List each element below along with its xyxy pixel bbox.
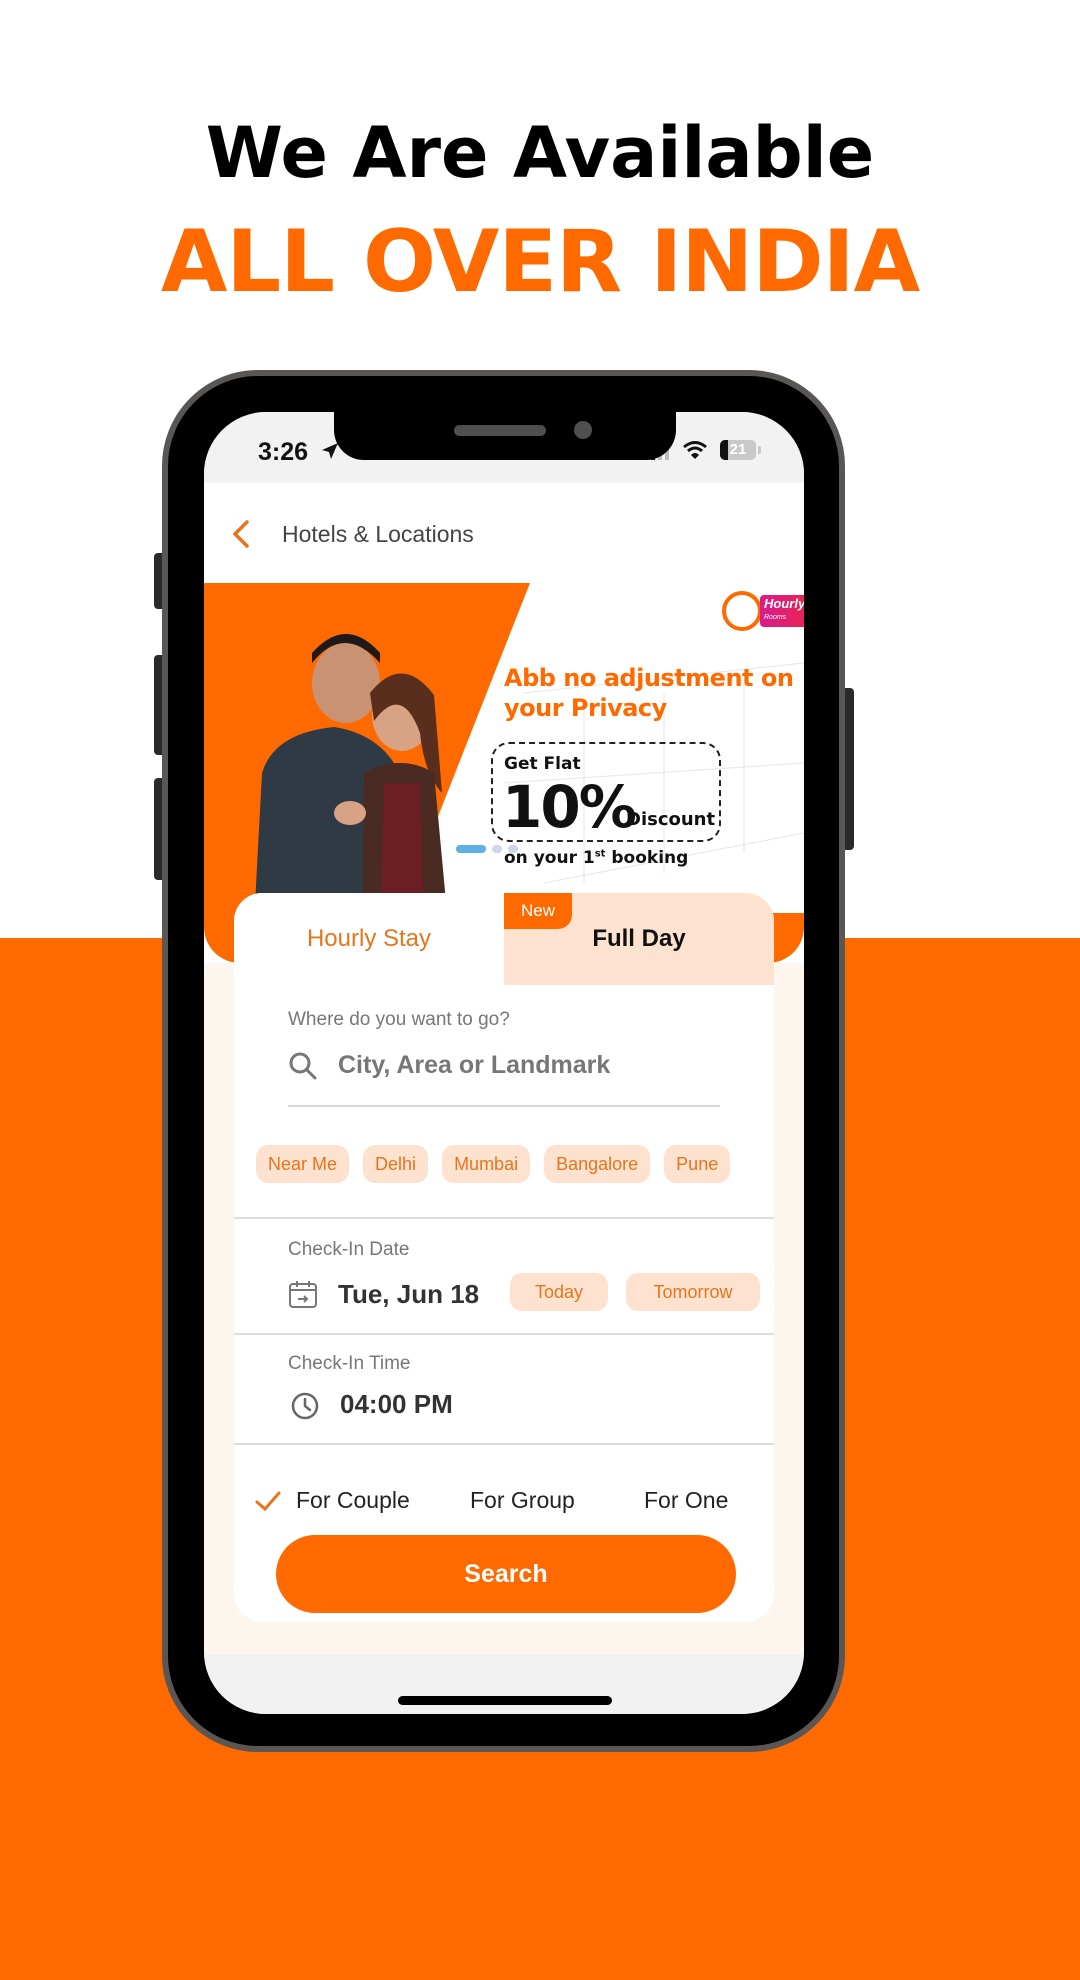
coupon-subtext: on your 1st booking: [504, 848, 688, 868]
carousel-dot[interactable]: [508, 845, 518, 853]
coupon-sub-sup: st: [594, 848, 606, 860]
new-badge: New: [504, 893, 572, 929]
search-button[interactable]: Search: [276, 1535, 736, 1613]
hourly-badge-title: Hourly: [764, 596, 804, 611]
city-chips: Near Me Delhi Mumbai Bangalore Pune: [256, 1145, 731, 1183]
coupon-value: 10%: [502, 773, 637, 841]
tomorrow-chip[interactable]: Tomorrow: [626, 1273, 760, 1311]
checkin-date-value[interactable]: Tue, Jun 18: [338, 1279, 479, 1310]
hourly-badge-subtitle: Rooms: [764, 614, 787, 621]
checkin-time-value[interactable]: 04:00 PM: [340, 1389, 453, 1420]
today-chip[interactable]: Today: [510, 1273, 608, 1311]
home-indicator[interactable]: [398, 1696, 612, 1705]
bottom-safe-area: [204, 1654, 804, 1714]
city-chip-near-me[interactable]: Near Me: [256, 1145, 350, 1183]
carousel-dot[interactable]: [456, 845, 486, 853]
coupon-prefix: Get Flat: [504, 754, 581, 774]
city-chip-delhi[interactable]: Delhi: [363, 1145, 429, 1183]
promo-subheadline: ALL OVER INDIA: [160, 212, 920, 312]
city-chip-bangalore[interactable]: Bangalore: [544, 1145, 651, 1183]
battery-icon: 21: [720, 440, 756, 460]
checkin-date-label: Check-In Date: [288, 1239, 410, 1260]
option-for-one[interactable]: For One: [644, 1487, 728, 1514]
phone-speaker: [454, 425, 546, 436]
status-time: 3:26: [258, 438, 309, 466]
calendar-icon: [289, 1281, 317, 1308]
promo-headline: We Are Available: [205, 112, 875, 194]
carousel-dots: [456, 845, 524, 853]
search-icon: [289, 1052, 317, 1080]
page-title: Hotels & Locations: [282, 521, 474, 547]
battery-level: 21: [729, 441, 747, 458]
clock-badge-icon: [722, 591, 762, 631]
banner-heading: Abb no adjustment on your Privacy: [504, 664, 794, 722]
check-icon: [255, 1491, 281, 1512]
carousel-dot[interactable]: [492, 845, 502, 853]
battery-cap: [758, 446, 761, 454]
phone-screen: 3:26 21 Hotels & Locations Hourly Rooms …: [204, 412, 804, 1714]
booking-card: Hourly Stay Full Day New Where do you wa…: [234, 893, 774, 1622]
wifi-icon: [683, 441, 707, 459]
couple-photo: [254, 634, 448, 923]
search-label: Where do you want to go?: [288, 1009, 510, 1030]
checkin-time-label: Check-In Time: [288, 1353, 411, 1374]
city-chip-pune[interactable]: Pune: [664, 1145, 731, 1183]
app-header: Hotels & Locations: [204, 483, 804, 583]
guest-type-options: For Couple For Group For One: [254, 1485, 754, 1519]
divider: [234, 1443, 774, 1445]
divider: [234, 1333, 774, 1335]
search-input[interactable]: City, Area or Landmark: [338, 1051, 610, 1080]
coupon-suffix: Discount: [626, 809, 716, 830]
chevron-left-icon[interactable]: [230, 519, 252, 549]
coupon-sub-after: booking: [605, 848, 689, 868]
tab-hourly-stay[interactable]: Hourly Stay: [234, 893, 504, 985]
phone-camera: [574, 421, 592, 439]
option-for-group[interactable]: For Group: [470, 1487, 575, 1514]
option-for-couple[interactable]: For Couple: [296, 1487, 410, 1514]
divider: [234, 1217, 774, 1219]
city-chip-mumbai[interactable]: Mumbai: [442, 1145, 531, 1183]
clock-icon: [291, 1392, 319, 1420]
search-underline: [288, 1105, 720, 1107]
